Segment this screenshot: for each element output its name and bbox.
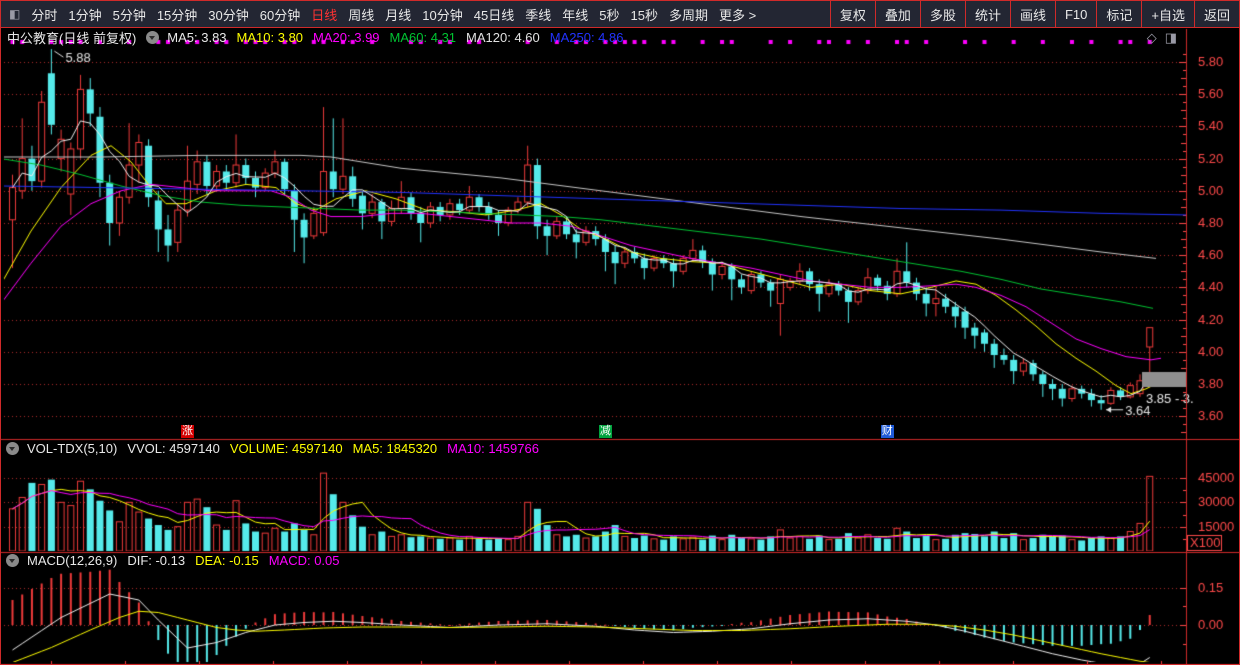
ma-value-MA20: MA20: 3.99: [313, 30, 380, 45]
tool-button-画线[interactable]: 画线: [1009, 1, 1055, 27]
vol-value-VOLUME: VOLUME: 4597140: [229, 441, 343, 456]
ma-value-MA60: MA60: 4.31: [389, 30, 457, 45]
period-tab-年线[interactable]: 年线: [562, 5, 588, 24]
window-half-icon[interactable]: ◧: [9, 8, 20, 20]
period-tab-15秒[interactable]: 15秒: [630, 5, 657, 24]
event-badge-减[interactable]: 减: [598, 425, 612, 438]
period-tab-30分钟[interactable]: 30分钟: [208, 5, 248, 24]
chevron-down-icon[interactable]: [146, 31, 160, 44]
ma-value-MA10: MA10: 3.80: [236, 30, 304, 45]
macd-value-DEA: DEA: -0.15: [195, 553, 259, 568]
vol-value-VVOL: VVOL: 4597140: [127, 441, 220, 456]
period-tab-分时[interactable]: 分时: [31, 5, 57, 24]
vol-value-MA5: MA5: 1845320: [352, 441, 438, 456]
top-menu-bar: ◧ 分时 1分钟 5分钟 15分钟 30分钟 60分钟 日线 周线 月线 10分钟 45日线 季线 年线…: [1, 1, 1239, 28]
period-tab-5分钟[interactable]: 5分钟: [113, 5, 146, 24]
ma-value-MA5: MA5: 3.83: [167, 30, 227, 45]
period-tab-月线[interactable]: 月线: [385, 5, 411, 24]
tool-button-F10[interactable]: F10: [1054, 1, 1096, 27]
chevron-down-icon[interactable]: [6, 554, 19, 567]
title-corner-icons: ◇ ◨: [1147, 30, 1177, 46]
tool-button-返回[interactable]: 返回: [1193, 1, 1239, 27]
event-badge-涨[interactable]: 涨: [180, 425, 194, 438]
tool-menu: 复权 叠加 多股 统计 画线 F10 标记 +自选 返回: [829, 1, 1239, 27]
split-pane-icon[interactable]: ◨: [1165, 30, 1177, 46]
period-tab-1分钟[interactable]: 1分钟: [68, 5, 101, 24]
period-tab-15分钟[interactable]: 15分钟: [157, 5, 197, 24]
macd-header-row: MACD(12,26,9) DIF: -0.13 DEA: -0.15 MACD: 0…: [6, 553, 350, 568]
ma-value-MA120: MA120: 4.60: [466, 30, 540, 45]
tool-button-叠加[interactable]: 叠加: [874, 1, 920, 27]
macd-values-group: MACD(12,26,9) DIF: -0.13 DEA: -0.15 MACD: 0…: [27, 553, 350, 568]
vol-value-VOL-TDX(5,10): VOL-TDX(5,10): [27, 441, 118, 456]
tool-button-统计[interactable]: 统计: [964, 1, 1010, 27]
period-tab-更多 >[interactable]: 更多 >: [719, 5, 756, 24]
tool-button-+自选[interactable]: +自选: [1141, 1, 1194, 27]
macd-value-MACD(12,26,9): MACD(12,26,9): [27, 553, 118, 568]
volume-values-group: VOL-TDX(5,10) VVOL: 4597140 VOLUME: 459714…: [27, 441, 549, 456]
chevron-down-icon[interactable]: [6, 442, 19, 455]
period-tab-60分钟[interactable]: 60分钟: [260, 5, 300, 24]
period-tab-10分钟[interactable]: 10分钟: [422, 5, 462, 24]
tool-button-标记[interactable]: 标记: [1096, 1, 1141, 27]
period-tab-周线[interactable]: 周线: [348, 5, 374, 24]
event-badge-财[interactable]: 财: [880, 425, 894, 438]
tdx-stock-chart-window: ◧ 分时 1分钟 5分钟 15分钟 30分钟 60分钟 日线 周线 月线 10分钟 45日线 季线 年线…: [0, 0, 1240, 665]
macd-value-MACD: MACD: 0.05: [268, 553, 340, 568]
period-tab-5秒[interactable]: 5秒: [599, 5, 619, 24]
period-tab-季线[interactable]: 季线: [525, 5, 551, 24]
period-tab-多周期[interactable]: 多周期: [669, 5, 708, 24]
tool-button-多股[interactable]: 多股: [919, 1, 965, 27]
vol-value-MA10: MA10: 1459766: [447, 441, 539, 456]
period-menu: ◧ 分时 1分钟 5分钟 15分钟 30分钟 60分钟 日线 周线 月线 10分钟 45日线 季线 年线…: [1, 5, 756, 24]
tool-button-复权[interactable]: 复权: [829, 1, 875, 27]
volume-header-row: VOL-TDX(5,10) VVOL: 4597140 VOLUME: 459714…: [6, 441, 549, 456]
title-row: 中公教育(日线 前复权) MA5: 3.83 MA10: 3.80 MA20: 3.…: [7, 29, 633, 46]
diamond-icon[interactable]: ◇: [1147, 30, 1157, 46]
stock-title: 中公教育(日线 前复权): [7, 31, 137, 46]
period-tab-日线[interactable]: 日线: [311, 5, 337, 24]
period-tab-45日线[interactable]: 45日线: [474, 5, 514, 24]
macd-value-DIF: DIF: -0.13: [127, 553, 186, 568]
ma-value-MA250: MA250: 4.86: [549, 30, 624, 45]
ma-values-group: MA5: 3.83 MA10: 3.80 MA20: 3.99 MA60: 4.31 M…: [167, 30, 633, 45]
